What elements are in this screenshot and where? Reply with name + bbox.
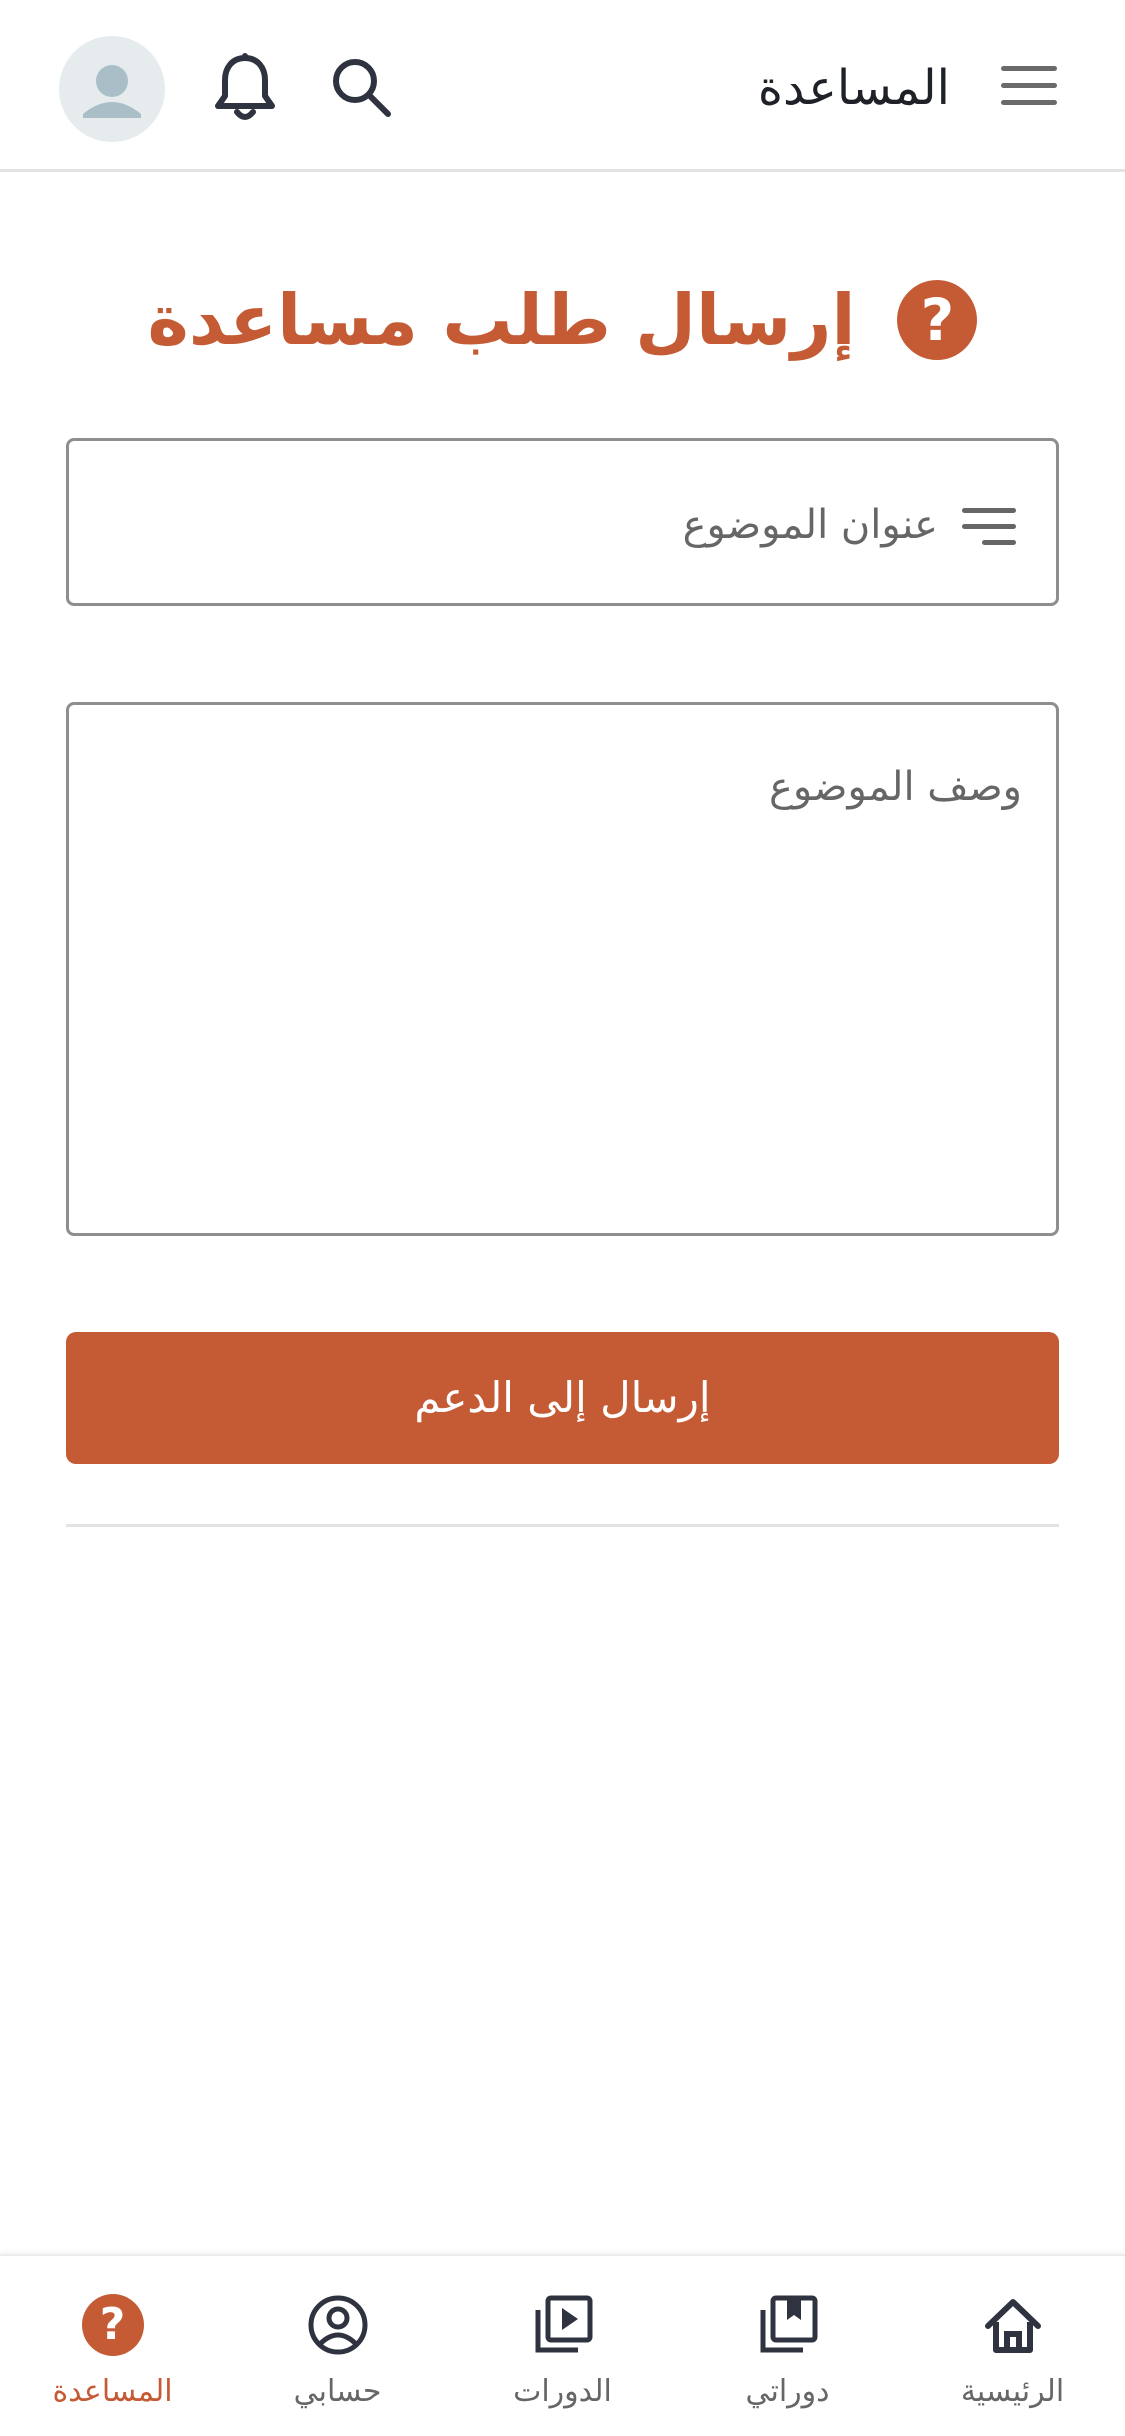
divider <box>66 1524 1059 1527</box>
nav-label-account: حسابي <box>293 2374 382 2409</box>
nav-label-courses: الدورات <box>513 2374 612 2409</box>
menu-icon[interactable] <box>1001 66 1057 108</box>
subject-lines-icon <box>962 508 1016 546</box>
form-title: إرسال طلب مساعدة <box>147 279 856 361</box>
account-icon <box>305 2292 371 2358</box>
nav-label-my-courses: دوراتي <box>745 2374 830 2409</box>
submit-button[interactable]: إرسال إلى الدعم <box>66 1332 1059 1464</box>
help-icon: ? <box>80 2292 146 2358</box>
nav-item-home[interactable]: الرئيسية <box>900 2256 1125 2436</box>
nav-label-help: المساعدة <box>52 2374 173 2409</box>
bottom-navigation: الرئيسية دوراتي الدورات حسابي ? المساعدة <box>0 2254 1125 2436</box>
home-icon <box>980 2292 1046 2358</box>
my-courses-icon <box>755 2292 821 2358</box>
description-placeholder[interactable]: وصف الموضوع <box>122 759 1022 815</box>
search-icon[interactable] <box>328 54 394 120</box>
nav-item-courses[interactable]: الدورات <box>450 2256 675 2436</box>
nav-label-home: الرئيسية <box>960 2374 1065 2409</box>
question-circle-icon: ? <box>897 280 978 360</box>
description-field[interactable]: وصف الموضوع <box>66 702 1059 1236</box>
page-title: المساعدة <box>757 60 950 116</box>
subject-field[interactable]: عنوان الموضوع <box>66 438 1059 606</box>
subject-placeholder[interactable]: عنوان الموضوع <box>118 497 938 553</box>
nav-item-account[interactable]: حسابي <box>225 2256 450 2436</box>
help-screen: المساعدة ? إرسال طلب مساعدة عنوان الموضو… <box>0 0 1125 2436</box>
courses-play-icon <box>530 2292 596 2358</box>
user-avatar-icon[interactable] <box>59 36 165 142</box>
bell-icon[interactable] <box>210 50 280 124</box>
form-heading: ? إرسال طلب مساعدة <box>0 270 1125 370</box>
top-app-bar: المساعدة <box>0 0 1125 172</box>
nav-item-my-courses[interactable]: دوراتي <box>675 2256 900 2436</box>
nav-item-help[interactable]: ? المساعدة <box>0 2256 225 2436</box>
